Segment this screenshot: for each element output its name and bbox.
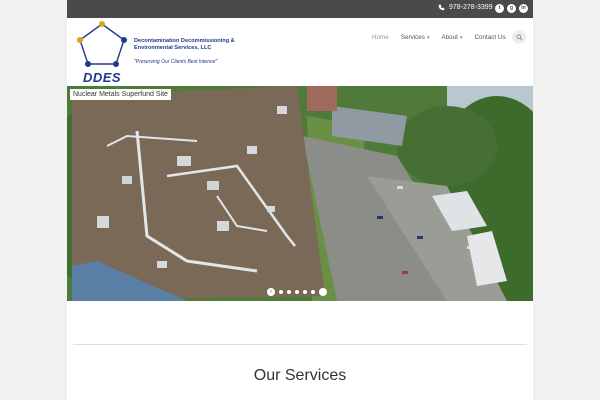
phone-number[interactable]: 978-278-3399 <box>449 4 493 11</box>
services-heading: Our Services <box>253 367 347 384</box>
slider-dot[interactable] <box>311 290 315 294</box>
nav-about[interactable]: About ▾ <box>441 34 462 41</box>
main-nav: Home Services ▾ About ▾ Contact Us <box>372 34 506 41</box>
search-icon <box>515 33 523 41</box>
slider-dot[interactable] <box>303 290 307 294</box>
nav-contact-label: Contact Us <box>474 34 506 41</box>
pentagon-star-logo-icon <box>77 21 127 67</box>
company-name: Decontamination Decommissioning & Enviro… <box>134 38 235 51</box>
slider-prev-button[interactable] <box>319 288 327 296</box>
slide-caption: Nuclear Metals Superfund Site <box>70 89 171 100</box>
aerial-site-photo <box>67 86 533 301</box>
nav-about-label: About <box>441 34 458 41</box>
top-bar: 978-278-3399 t g in <box>67 0 533 18</box>
phone-contact[interactable]: 978-278-3399 <box>438 4 493 11</box>
logo-mark-text: DDES <box>82 70 122 85</box>
nav-contact[interactable]: Contact Us <box>474 34 505 41</box>
slider-dot[interactable] <box>279 290 283 294</box>
linkedin-icon[interactable]: in <box>519 4 528 13</box>
chevron-down-icon: ▾ <box>459 34 463 41</box>
slider-pagination: › <box>267 288 327 296</box>
slider-dot[interactable] <box>287 290 291 294</box>
hero-slider[interactable]: Nuclear Metals Superfund Site › <box>67 86 533 301</box>
site-header: DDES Decontamination Decommissioning & E… <box>67 18 533 86</box>
google-plus-icon[interactable]: g <box>507 4 516 13</box>
nav-home-label: Home <box>372 34 389 41</box>
nav-services-label: Services <box>400 34 425 41</box>
nav-home[interactable]: Home <box>372 34 389 41</box>
slider-next-button[interactable]: › <box>267 288 275 296</box>
social-links: t g in <box>495 4 528 13</box>
page: 978-278-3399 t g in DDES Decontamination… <box>67 0 533 400</box>
phone-icon <box>438 4 445 11</box>
twitter-icon[interactable]: t <box>495 4 504 13</box>
slider-dot[interactable] <box>295 290 299 294</box>
search-button[interactable] <box>512 30 526 44</box>
chevron-down-icon: ▾ <box>426 34 430 41</box>
section-divider <box>73 344 527 345</box>
company-tagline: "Preserving Our Clients Best Interest" <box>134 59 218 65</box>
site-logo[interactable]: DDES <box>72 20 140 85</box>
nav-services[interactable]: Services ▾ <box>401 34 430 41</box>
